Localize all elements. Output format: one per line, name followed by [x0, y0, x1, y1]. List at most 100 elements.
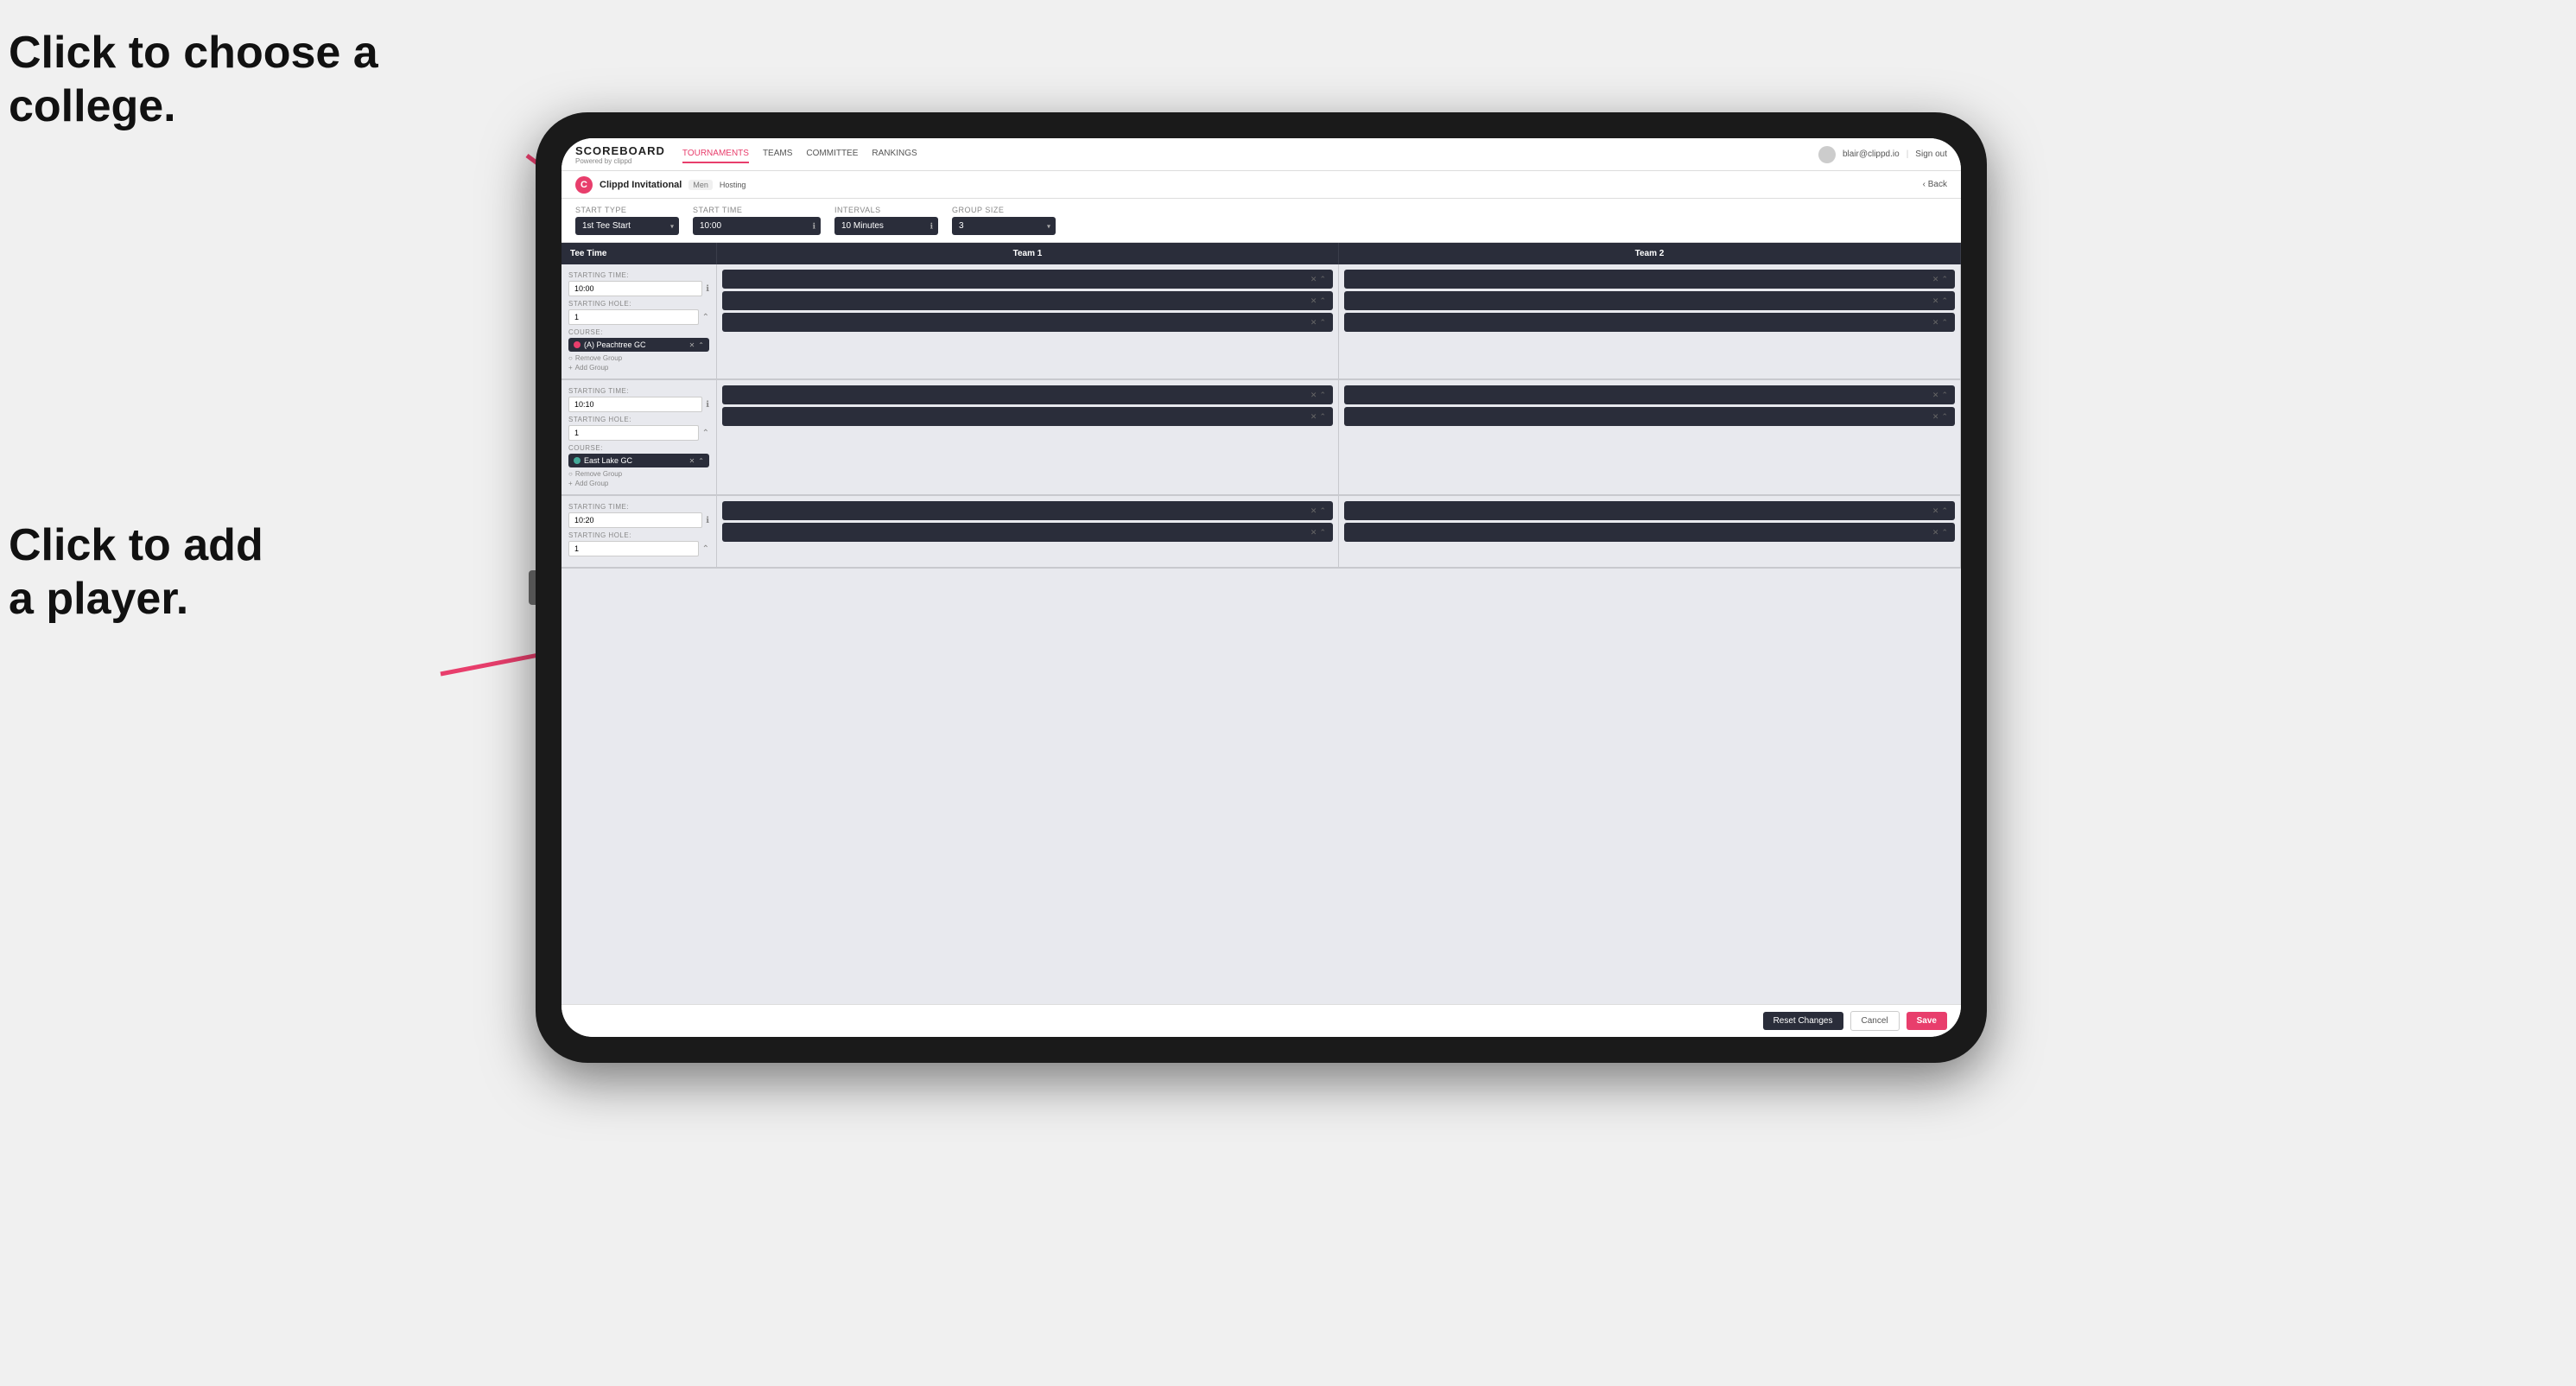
course-expand-icon-1[interactable]: ⌃ [698, 341, 704, 349]
slot-controls-1-2-3: ✕ ⌃ [1932, 318, 1948, 327]
group-size-label: Group Size [952, 206, 1056, 214]
slot-e-3-1-1[interactable]: ⌃ [1319, 506, 1326, 516]
nav-committee[interactable]: COMMITTEE [806, 145, 858, 163]
table-header: Tee Time Team 1 Team 2 [562, 243, 1961, 264]
slot-e-2-2-1[interactable]: ⌃ [1941, 391, 1948, 400]
course-row-1[interactable]: (A) Peachtree GC ✕ ⌃ [568, 338, 709, 352]
player-slot-2-1-2[interactable]: ✕⌃ [722, 407, 1333, 426]
nav-tournaments[interactable]: TOURNAMENTS [682, 145, 749, 163]
player-slot-1-1-1[interactable]: ✕ ⌃ [722, 270, 1333, 289]
start-type-group: Start Type 1st Tee Start ▾ [575, 206, 679, 235]
start-type-select[interactable]: 1st Tee Start [575, 217, 679, 235]
add-group-icon-1: + [568, 364, 573, 372]
player-slot-1-1-3[interactable]: ✕ ⌃ [722, 313, 1333, 332]
player-slot-3-2-1[interactable]: ✕⌃ [1344, 501, 1955, 520]
starting-time-label-2: STARTING TIME: [568, 387, 709, 395]
group-size-select[interactable]: 3 [952, 217, 1056, 235]
remove-group-1[interactable]: ○ Remove Group [568, 354, 709, 362]
hole-chevron-icon-3[interactable]: ⌃ [702, 544, 709, 554]
cancel-button[interactable]: Cancel [1850, 1011, 1900, 1031]
starting-hole-row-1: ⌃ [568, 309, 709, 325]
course-expand-icon-2[interactable]: ⌃ [698, 457, 704, 465]
group-team2-3: ✕⌃ ✕⌃ [1339, 496, 1961, 567]
add-group-2[interactable]: + Add Group [568, 480, 709, 487]
slot-x-icon-1-2-3[interactable]: ✕ [1932, 318, 1939, 327]
time-info-icon-1: ℹ [706, 284, 709, 294]
slot-controls-1-1-2: ✕ ⌃ [1310, 296, 1326, 306]
course-remove-icon-2[interactable]: ✕ [689, 457, 695, 465]
reset-button[interactable]: Reset Changes [1763, 1012, 1843, 1030]
slot-x-3-1-2[interactable]: ✕ [1310, 528, 1317, 537]
group-team1-3: ✕⌃ ✕⌃ [717, 496, 1339, 567]
slot-x-icon-1-1-2[interactable]: ✕ [1310, 296, 1317, 306]
player-slot-2-2-2[interactable]: ✕⌃ [1344, 407, 1955, 426]
player-slot-3-1-1[interactable]: ✕⌃ [722, 501, 1333, 520]
slot-x-3-2-2[interactable]: ✕ [1932, 528, 1939, 537]
group-left-3: STARTING TIME: ℹ STARTING HOLE: ⌃ [562, 496, 717, 567]
course-remove-icon-1[interactable]: ✕ [689, 341, 695, 349]
slot-e-2-2-2[interactable]: ⌃ [1941, 412, 1948, 422]
slot-e-3-2-1[interactable]: ⌃ [1941, 506, 1948, 516]
starting-time-label-3: STARTING TIME: [568, 503, 709, 511]
group-team1-1: ✕ ⌃ ✕ ⌃ [717, 264, 1339, 378]
slot-controls-1-1-3: ✕ ⌃ [1310, 318, 1326, 327]
starting-hole-input-1[interactable] [568, 309, 699, 325]
starting-time-input-2[interactable] [568, 397, 702, 412]
slot-x-2-1-1[interactable]: ✕ [1310, 391, 1317, 400]
hole-chevron-icon-1[interactable]: ⌃ [702, 313, 709, 322]
starting-time-row-3: ℹ [568, 512, 709, 528]
slot-expand-icon-1-2-1[interactable]: ⌃ [1941, 275, 1948, 284]
player-slot-2-2-1[interactable]: ✕⌃ [1344, 385, 1955, 404]
slot-x-icon-1-2-1[interactable]: ✕ [1932, 275, 1939, 284]
slot-x-icon-1-1-1[interactable]: ✕ [1310, 275, 1317, 284]
starting-time-input-1[interactable] [568, 281, 702, 296]
slot-e-3-1-2[interactable]: ⌃ [1319, 528, 1326, 537]
slot-x-icon-1-1-3[interactable]: ✕ [1310, 318, 1317, 327]
slot-expand-icon-1-2-2[interactable]: ⌃ [1941, 296, 1948, 306]
table-container[interactable]: Tee Time Team 1 Team 2 STARTING TIME: ℹ … [562, 243, 1961, 1004]
starting-hole-input-3[interactable] [568, 541, 699, 556]
remove-group-2[interactable]: ○ Remove Group [568, 470, 709, 478]
intervals-select[interactable]: 10 Minutes [834, 217, 938, 235]
slot-x-2-2-2[interactable]: ✕ [1932, 412, 1939, 422]
player-slot-3-2-2[interactable]: ✕⌃ [1344, 523, 1955, 542]
course-row-2[interactable]: East Lake GC ✕ ⌃ [568, 454, 709, 467]
player-slot-3-1-2[interactable]: ✕⌃ [722, 523, 1333, 542]
intervals-wrapper: 10 Minutes ℹ [834, 217, 938, 235]
course-dot-2 [574, 457, 581, 464]
starting-time-input-3[interactable] [568, 512, 702, 528]
hole-chevron-icon-2[interactable]: ⌃ [702, 429, 709, 438]
slot-expand-icon-1-1-2[interactable]: ⌃ [1319, 296, 1326, 306]
player-slot-1-2-2[interactable]: ✕ ⌃ [1344, 291, 1955, 310]
save-button[interactable]: Save [1907, 1012, 1947, 1030]
player-slot-1-1-2[interactable]: ✕ ⌃ [722, 291, 1333, 310]
starting-time-row-1: ℹ [568, 281, 709, 296]
slot-expand-icon-1-1-3[interactable]: ⌃ [1319, 318, 1326, 327]
slot-e-2-1-2[interactable]: ⌃ [1319, 412, 1326, 422]
slot-x-3-1-1[interactable]: ✕ [1310, 506, 1317, 516]
nav-teams[interactable]: TEAMS [763, 145, 792, 163]
sign-out-link[interactable]: Sign out [1915, 149, 1947, 159]
starting-hole-row-2: ⌃ [568, 425, 709, 441]
starting-hole-label-1: STARTING HOLE: [568, 300, 709, 308]
starting-hole-label-2: STARTING HOLE: [568, 416, 709, 423]
slot-e-2-1-1[interactable]: ⌃ [1319, 391, 1326, 400]
player-slot-1-2-1[interactable]: ✕ ⌃ [1344, 270, 1955, 289]
slot-expand-icon-1-2-3[interactable]: ⌃ [1941, 318, 1948, 327]
add-group-1[interactable]: + Add Group [568, 364, 709, 372]
slot-x-3-2-1[interactable]: ✕ [1932, 506, 1939, 516]
slot-e-3-2-2[interactable]: ⌃ [1941, 528, 1948, 537]
slot-x-2-2-1[interactable]: ✕ [1932, 391, 1939, 400]
slot-expand-icon-1-1-1[interactable]: ⌃ [1319, 275, 1326, 284]
player-slot-2-1-1[interactable]: ✕⌃ [722, 385, 1333, 404]
slot-x-icon-1-2-2[interactable]: ✕ [1932, 296, 1939, 306]
back-button[interactable]: ‹ Back [1923, 180, 1947, 189]
player-slot-1-2-3[interactable]: ✕ ⌃ [1344, 313, 1955, 332]
start-time-wrapper: ℹ [693, 217, 821, 235]
add-group-icon-2: + [568, 480, 573, 487]
nav-rankings[interactable]: RANKINGS [872, 145, 917, 163]
start-time-input[interactable] [693, 217, 821, 235]
starting-hole-input-2[interactable] [568, 425, 699, 441]
col-tee-time: Tee Time [562, 243, 717, 264]
slot-x-2-1-2[interactable]: ✕ [1310, 412, 1317, 422]
